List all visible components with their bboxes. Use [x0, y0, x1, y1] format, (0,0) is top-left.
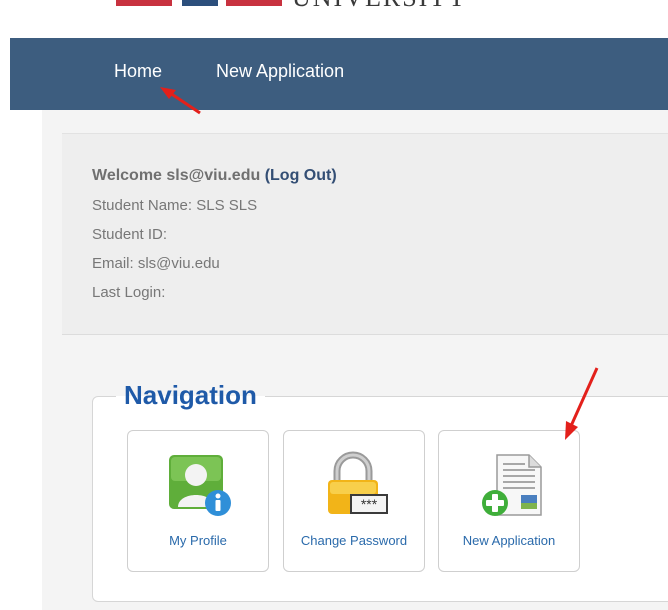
welcome-line: Welcome sls@viu.edu (Log Out): [92, 167, 337, 185]
my-profile-tile[interactable]: My Profile: [127, 430, 269, 572]
logo-text: UNIVERSITY: [292, 0, 468, 13]
logo-mark: [226, 0, 282, 6]
student-name: Student Name: SLS SLS: [92, 197, 258, 214]
svg-text:***: ***: [361, 496, 378, 512]
last-login: Last Login:: [92, 284, 166, 301]
new-application-label: New Application: [462, 533, 556, 548]
student-email: Email: sls@viu.edu: [92, 255, 220, 272]
change-password-tile[interactable]: *** Change Password: [283, 430, 425, 572]
student-id: Student ID:: [92, 226, 168, 243]
welcome-panel: Welcome sls@viu.edu (Log Out) Student Na…: [62, 133, 668, 335]
change-password-label: Change Password: [300, 533, 408, 548]
logo-mark: [182, 0, 218, 6]
profile-icon: [169, 455, 231, 516]
new-application-tile[interactable]: New Application: [438, 430, 580, 572]
logo-strip: UNIVERSITY: [0, 0, 668, 38]
welcome-text: Welcome sls@viu.edu: [92, 167, 265, 184]
my-profile-label: My Profile: [169, 533, 227, 548]
lock-icon: ***: [328, 451, 388, 514]
new-document-icon: [482, 454, 542, 516]
nav-home-link[interactable]: Home: [114, 61, 162, 82]
logo-mark: [116, 0, 172, 6]
logout-link[interactable]: (Log Out): [265, 167, 337, 184]
top-navbar: Home New Application: [10, 38, 668, 110]
nav-new-application-link[interactable]: New Application: [216, 61, 344, 82]
navigation-title: Navigation: [116, 380, 265, 411]
